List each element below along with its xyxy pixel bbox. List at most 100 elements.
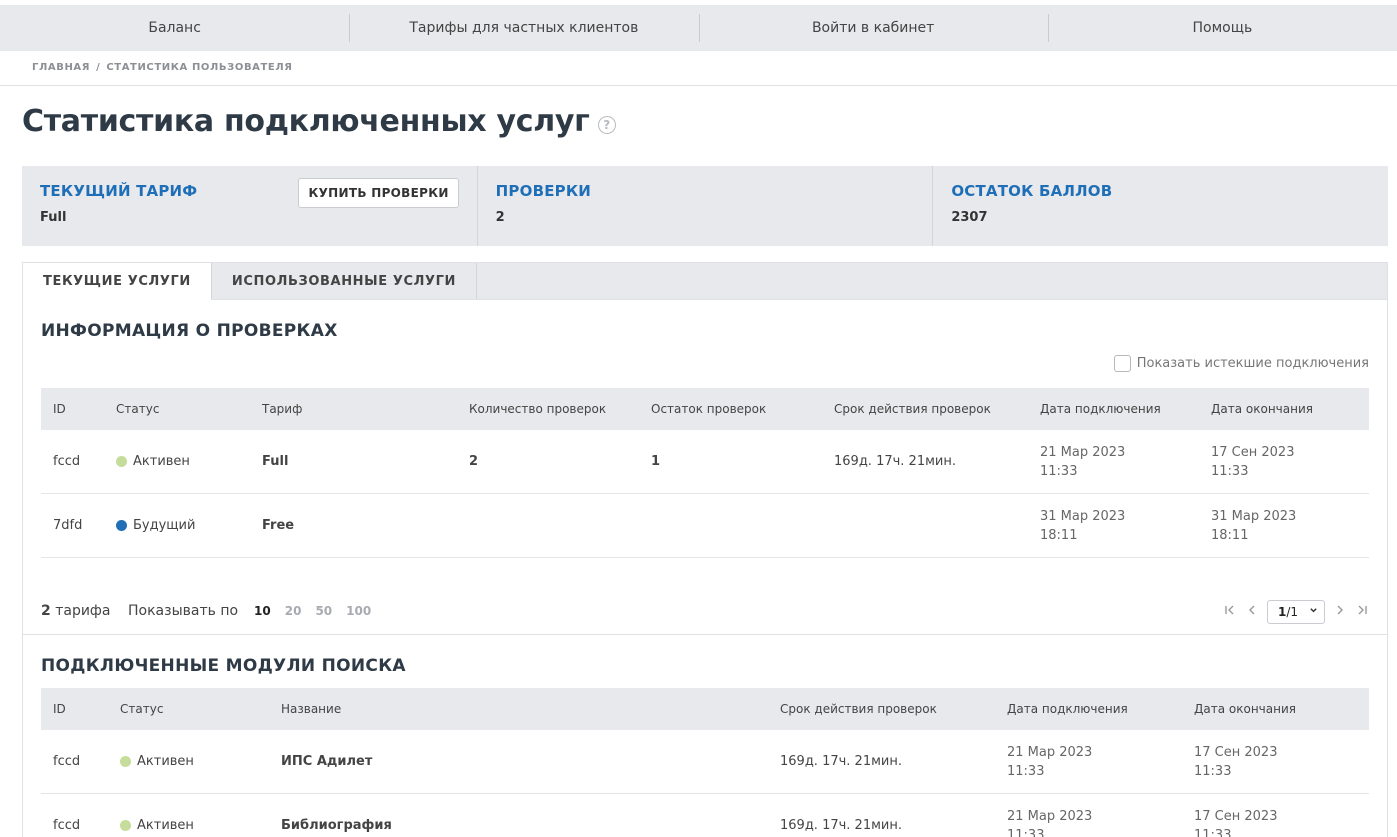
- page-size-option-20[interactable]: 20: [283, 604, 304, 618]
- cell-id: fccd: [53, 818, 81, 833]
- status-future-dot: [116, 520, 127, 531]
- cell-end-date: 17 Сен 2023 11:33: [1194, 730, 1277, 793]
- tab-current-services[interactable]: ТЕКУЩИЕ УСЛУГИ: [23, 263, 212, 300]
- summary-checks: ПРОВЕРКИ 2: [476, 166, 933, 246]
- cell-start-date: 21 Мар 2023 11:33: [1007, 730, 1092, 793]
- cell-status: Активен: [116, 430, 190, 493]
- breadcrumb-current: СТАТИСТИКА ПОЛЬЗОВАТЕЛЯ: [106, 62, 293, 73]
- header-id: ID: [53, 702, 66, 716]
- header-divider: [0, 85, 1397, 86]
- tariff-count-label: тарифа: [55, 603, 111, 619]
- status-active-dot: [116, 456, 127, 467]
- start-date: 31 Мар 2023: [1040, 508, 1126, 524]
- nav-item-login[interactable]: Войти в кабинет: [698, 5, 1048, 51]
- show-expired-toggle[interactable]: Показать истекшие подключения: [1113, 355, 1369, 372]
- page-title: Статистика подключенных услуг ?: [22, 104, 616, 139]
- nav-item-help[interactable]: Помощь: [1047, 5, 1397, 51]
- cell-status: Будущий: [116, 494, 195, 557]
- cell-start-date: 21 Мар 2023 11:33: [1040, 430, 1125, 493]
- cell-validity: 169д. 17ч. 21мин.: [780, 754, 902, 769]
- prev-page-icon[interactable]: [1245, 604, 1259, 620]
- breadcrumb-separator: /: [96, 62, 101, 73]
- end-date: 17 Сен 2023: [1194, 808, 1278, 824]
- start-time: 11:33: [1007, 763, 1045, 779]
- checks-section-title: ИНФОРМАЦИЯ О ПРОВЕРКАХ: [41, 321, 338, 341]
- modules-section-title: ПОДКЛЮЧЕННЫЕ МОДУЛИ ПОИСКА: [41, 656, 406, 676]
- status-label: Будущий: [133, 518, 196, 533]
- table-row: fccd Активен Full 2 1 169д. 17ч. 21мин. …: [41, 430, 1369, 494]
- cell-tariff: Free: [262, 518, 295, 533]
- page-navigation: 1/1: [1223, 600, 1369, 624]
- cell-module-name: Библиография: [281, 818, 392, 833]
- end-time: 18:11: [1211, 527, 1249, 543]
- checks-title: ПРОВЕРКИ: [495, 182, 592, 200]
- summary-current-tariff: ТЕКУЩИЙ ТАРИФ Full КУПИТЬ ПРОВЕРКИ: [22, 166, 477, 246]
- cell-module-name: ИПС Адилет: [281, 754, 373, 769]
- show-by-label: Показывать по: [128, 603, 239, 619]
- header-start-date: Дата подключения: [1040, 402, 1161, 416]
- header-checks-remaining: Остаток проверок: [651, 402, 767, 416]
- page-size-selector: Показывать по 10 20 50 100: [128, 603, 373, 619]
- summary-panel: ТЕКУЩИЙ ТАРИФ Full КУПИТЬ ПРОВЕРКИ ПРОВЕ…: [22, 166, 1388, 246]
- cell-status: Активен: [120, 794, 194, 837]
- status-active-dot: [120, 756, 131, 767]
- header-end-date: Дата окончания: [1211, 402, 1313, 416]
- start-date: 21 Мар 2023: [1007, 744, 1093, 760]
- start-date: 21 Мар 2023: [1007, 808, 1093, 824]
- table-row: 7dfd Будущий Free 31 Мар 2023 18:11 31 М…: [41, 494, 1369, 558]
- status-active-dot: [120, 820, 131, 831]
- modules-table: ID Статус Название Срок действия проверо…: [41, 688, 1369, 837]
- end-time: 11:33: [1194, 827, 1232, 837]
- page-size-option-100[interactable]: 100: [344, 604, 373, 618]
- table-row: fccd Активен ИПС Адилет 169д. 17ч. 21мин…: [41, 730, 1369, 794]
- first-page-icon[interactable]: [1223, 604, 1237, 620]
- start-time: 11:33: [1040, 463, 1078, 479]
- nav-item-tariffs[interactable]: Тарифы для частных клиентов: [349, 5, 698, 51]
- points-title: ОСТАТОК БАЛЛОВ: [951, 182, 1113, 200]
- pagination: 2 тарифа Показывать по 10 20 50 100 1/1: [41, 600, 1369, 624]
- page-title-text: Статистика подключенных услуг: [22, 104, 590, 139]
- header-tariff: Тариф: [262, 402, 303, 416]
- buy-checks-button[interactable]: КУПИТЬ ПРОВЕРКИ: [298, 178, 459, 208]
- page-size-option-50[interactable]: 50: [313, 604, 334, 618]
- cell-id: fccd: [53, 754, 81, 769]
- cell-tariff: Full: [262, 454, 289, 469]
- status-label: Активен: [137, 818, 194, 833]
- modules-table-header: ID Статус Название Срок действия проверо…: [41, 688, 1369, 730]
- cell-end-date: 17 Сен 2023 11:33: [1194, 794, 1277, 837]
- cell-status: Активен: [120, 730, 194, 793]
- end-date: 17 Сен 2023: [1194, 744, 1278, 760]
- services-panel: ТЕКУЩИЕ УСЛУГИ ИСПОЛЬЗОВАННЫЕ УСЛУГИ ИНФ…: [22, 262, 1388, 837]
- cell-start-date: 21 Мар 2023 11:33: [1007, 794, 1092, 837]
- next-page-icon[interactable]: [1333, 604, 1347, 620]
- nav-item-balance[interactable]: Баланс: [0, 5, 349, 51]
- cell-end-date: 17 Сен 2023 11:33: [1211, 430, 1294, 493]
- breadcrumb: ГЛАВНАЯ / СТАТИСТИКА ПОЛЬЗОВАТЕЛЯ: [32, 62, 293, 73]
- cell-checks-count: 2: [469, 454, 479, 469]
- page-size-option-10[interactable]: 10: [252, 604, 273, 618]
- end-date: 31 Мар 2023: [1211, 508, 1297, 524]
- cell-start-date: 31 Мар 2023 18:11: [1040, 494, 1125, 557]
- cell-validity: 169д. 17ч. 21мин.: [834, 454, 956, 469]
- start-time: 11:33: [1007, 827, 1045, 837]
- last-page-icon[interactable]: [1355, 604, 1369, 620]
- tariff-count-number: 2: [41, 603, 51, 619]
- status-label: Активен: [137, 754, 194, 769]
- start-date: 21 Мар 2023: [1040, 444, 1126, 460]
- top-navigation: Баланс Тарифы для частных клиентов Войти…: [0, 5, 1397, 51]
- services-tabs: ТЕКУЩИЕ УСЛУГИ ИСПОЛЬЗОВАННЫЕ УСЛУГИ: [23, 263, 1387, 300]
- question-circle-icon[interactable]: ?: [597, 115, 616, 134]
- table-row: fccd Активен Библиография 169д. 17ч. 21м…: [41, 794, 1369, 837]
- breadcrumb-home-link[interactable]: ГЛАВНАЯ: [32, 62, 90, 73]
- checks-value: 2: [495, 210, 505, 225]
- start-time: 18:11: [1040, 527, 1078, 543]
- page-select[interactable]: 1/1: [1267, 600, 1325, 624]
- end-time: 11:33: [1194, 763, 1232, 779]
- header-validity: Срок действия проверок: [780, 702, 937, 716]
- summary-points: ОСТАТОК БАЛЛОВ 2307: [932, 166, 1388, 246]
- points-value: 2307: [951, 210, 988, 225]
- tab-used-services[interactable]: ИСПОЛЬЗОВАННЫЕ УСЛУГИ: [212, 263, 477, 299]
- checks-table-header: ID Статус Тариф Количество проверок Оста…: [41, 388, 1369, 430]
- current-tariff-value: Full: [40, 210, 67, 225]
- show-expired-checkbox[interactable]: [1113, 355, 1131, 372]
